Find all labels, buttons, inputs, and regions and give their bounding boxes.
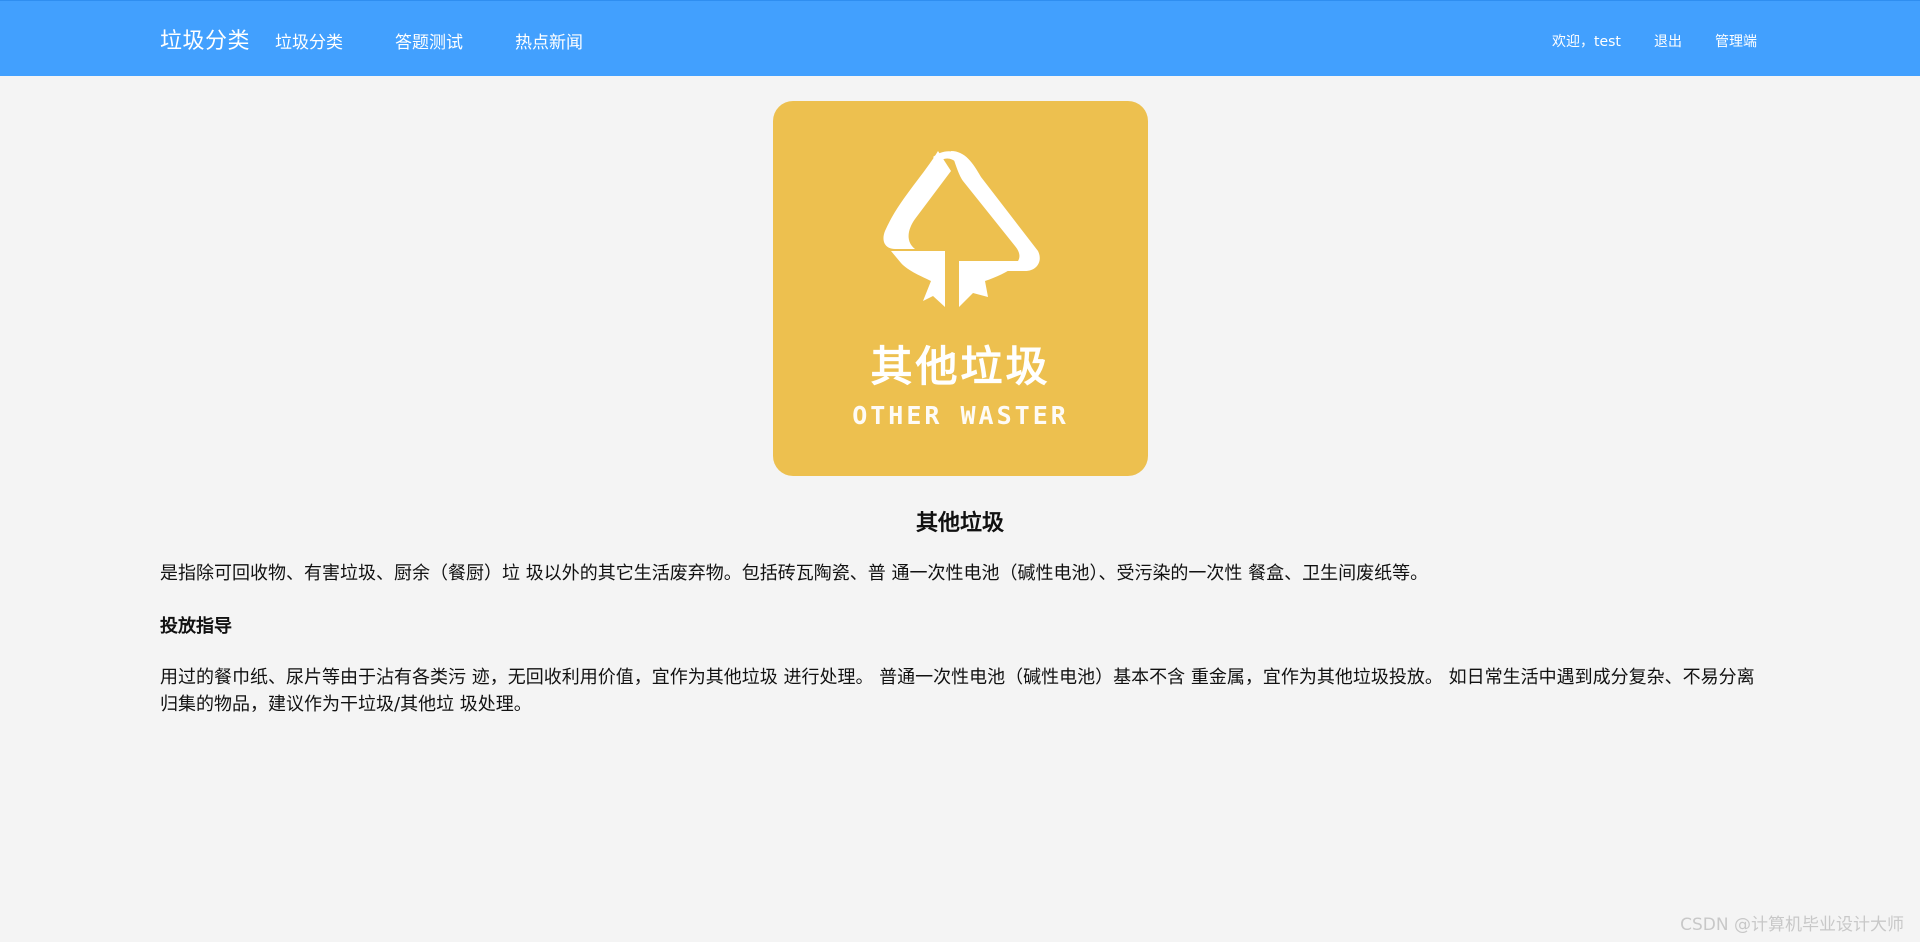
image-title-cn: 其他垃圾	[870, 342, 1051, 391]
other-waste-image: 其他垃圾 OTHER WASTER	[773, 101, 1148, 476]
nav-link-classification[interactable]: 垃圾分类	[275, 28, 343, 53]
admin-link[interactable]: 管理端	[1715, 31, 1757, 51]
description-text: 是指除可回收物、有害垃圾、厨余（餐厨）垃 圾以外的其它生活废弃物。包括砖瓦陶瓷、…	[160, 563, 1429, 584]
watermark: CSDN @计算机毕业设计大师	[1680, 915, 1904, 935]
nav-link-quiz[interactable]: 答题测试	[395, 28, 463, 53]
top-navbar: 垃圾分类 垃圾分类 答题测试 热点新闻 欢迎，test 退出 管理端	[0, 0, 1920, 76]
page-title: 其他垃圾	[915, 511, 1004, 536]
welcome-user-link[interactable]: 欢迎，test	[1552, 31, 1621, 51]
logout-link[interactable]: 退出	[1654, 31, 1682, 51]
guide-text: 用过的餐巾纸、尿片等由于沾有各类污 迹，无回收利用价值，宜作为其他垃圾 进行处理…	[160, 667, 1755, 715]
guide-heading: 投放指导	[160, 616, 232, 637]
brand-link[interactable]: 垃圾分类	[160, 23, 250, 55]
image-title-en: OTHER WASTER	[852, 401, 1069, 430]
nav-link-news[interactable]: 热点新闻	[515, 28, 583, 53]
